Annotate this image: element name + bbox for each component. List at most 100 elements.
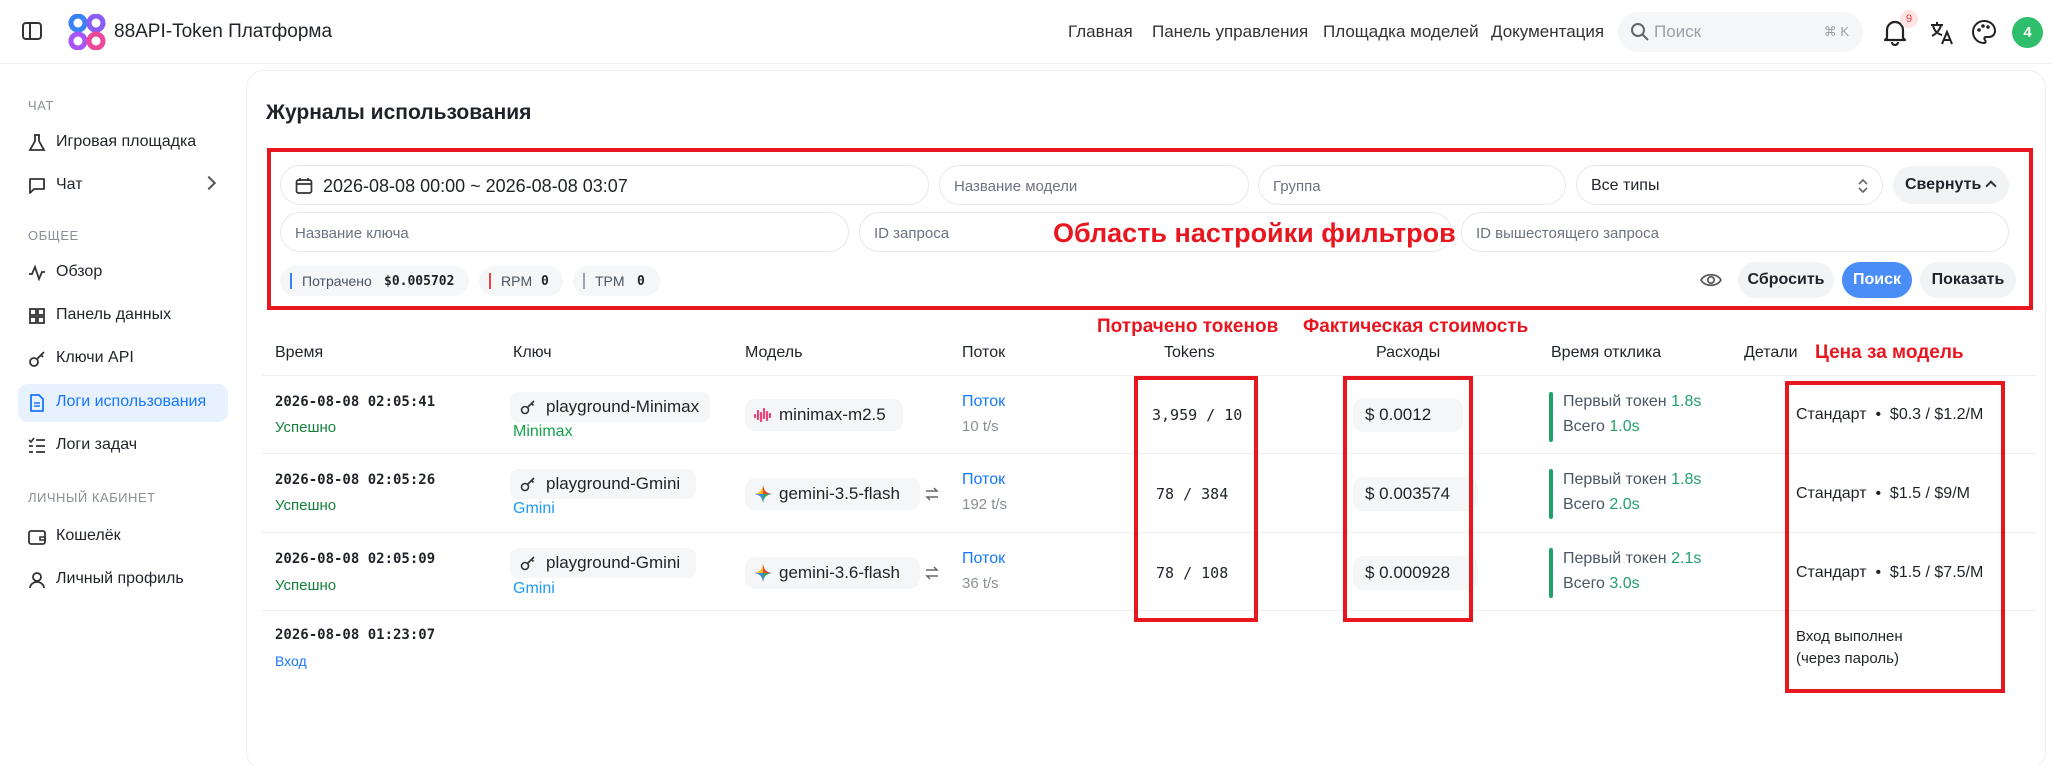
model-name-placeholder: Название модели [954, 178, 1078, 195]
swap-icon[interactable] [925, 487, 939, 501]
wallet-icon [28, 530, 46, 545]
key-tag[interactable]: playground-Gmini [510, 469, 696, 499]
key-name-input[interactable]: Название ключа [280, 212, 849, 252]
col-tokens: Tokens [1164, 344, 1215, 361]
sidebar-item-label: Логи использования [56, 393, 207, 410]
key-icon [520, 556, 535, 571]
collapse-label: Свернуть [1905, 176, 1982, 193]
sidebar-item-api-keys[interactable]: Ключи API [18, 340, 228, 378]
group-input[interactable]: Группа [1258, 165, 1566, 205]
total-time-label: Всего [1563, 418, 1605, 435]
group-placeholder: Группа [1273, 178, 1321, 195]
col-model: Модель [745, 344, 803, 361]
row-time: 2026-08-08 01:23:07 [275, 627, 436, 643]
total-time-label: Всего [1563, 496, 1605, 513]
notification-badge: 9 [1900, 10, 1918, 28]
search-box[interactable]: Поиск ⌘ K [1618, 12, 1863, 52]
col-response: Время отклика [1551, 344, 1662, 361]
nav-models[interactable]: Площадка моделей [1323, 22, 1479, 42]
row-group: Gmini [513, 580, 555, 597]
gemini-star-icon [754, 485, 772, 503]
nav-home[interactable]: Главная [1068, 22, 1133, 42]
col-cost: Расходы [1376, 344, 1441, 361]
grid-icon [29, 308, 45, 324]
show-button[interactable]: Показать [1920, 262, 2016, 298]
model-name-input[interactable]: Название модели [939, 165, 1249, 205]
first-token-label: Первый токен [1563, 393, 1667, 410]
row-tps: 36 t/s [962, 575, 999, 592]
total-time-value: 2.0s [1609, 496, 1640, 513]
response-bar [1549, 469, 1553, 519]
row-time: 2026-08-08 02:05:09 [275, 551, 436, 567]
row-tps: 192 t/s [962, 496, 1008, 513]
user-avatar[interactable]: 4 [2012, 17, 2043, 48]
tpm-stat: TPM 0 [573, 266, 660, 296]
upstream-request-id-input[interactable]: ID вышестоящего запроса [1461, 212, 2009, 252]
sidebar-section-account: ЛИЧНЫЙ КАБИНЕТ [28, 490, 156, 505]
sidebar-item-wallet[interactable]: Кошелёк [18, 518, 228, 556]
tokens-column-highlight [1134, 376, 1258, 622]
row-stream: Поток [962, 550, 1006, 567]
model-tag[interactable]: gemini-3.5-flash [745, 478, 920, 510]
sidebar-item-label: Обзор [56, 263, 103, 280]
total-time-value: 1.0s [1609, 418, 1640, 435]
top-bar: 88API-Token Платформа Главная Панель упр… [0, 0, 2052, 64]
date-range-field[interactable]: 2026-08-08 00:00 ~ 2026-08-08 03:07 [280, 165, 929, 205]
palette-icon[interactable] [1971, 19, 1997, 45]
search-shortcut: ⌘ K [1823, 24, 1849, 39]
row-total-time: Всего 2.0s [1563, 496, 1640, 514]
model-tag[interactable]: minimax-m2.5 [745, 399, 903, 431]
minimax-waveform-icon [753, 407, 772, 423]
key-tag[interactable]: playground-Gmini [510, 548, 696, 578]
swap-icon[interactable] [925, 566, 939, 580]
key-tag[interactable]: playground-Minimax [510, 392, 710, 422]
response-bar [1549, 548, 1553, 598]
sidebar-item-playground[interactable]: Игровая площадка [18, 124, 228, 162]
search-placeholder: Поиск [1654, 22, 1702, 41]
translate-icon[interactable] [1929, 20, 1955, 46]
sidebar-item-overview[interactable]: Обзор [18, 254, 228, 292]
sidebar-item-label: Кошелёк [56, 527, 121, 544]
sidebar-section-general: ОБЩЕЕ [28, 228, 79, 243]
row-tps: 10 t/s [962, 418, 999, 435]
page-title: Журналы использования [266, 101, 532, 124]
search-button[interactable]: Поиск [1842, 262, 1912, 298]
eye-icon[interactable] [1700, 270, 1722, 290]
nav-dashboard[interactable]: Панель управления [1152, 22, 1308, 42]
stat-marker [290, 273, 292, 289]
stat-label: RPM [501, 273, 533, 289]
activity-icon [29, 264, 45, 282]
user-icon [29, 572, 45, 589]
chevron-up-icon [1985, 180, 1997, 192]
model-tag[interactable]: gemini-3.6-flash [745, 557, 920, 589]
brand-name[interactable]: 88API-Token Платформа [114, 21, 332, 43]
col-details: Детали [1744, 344, 1798, 361]
row-total-time: Всего 1.0s [1563, 418, 1640, 436]
chevron-right-icon [201, 175, 217, 191]
sidebar-item-task-logs[interactable]: Логи задач [18, 427, 228, 465]
stat-value: 0 [541, 274, 549, 289]
key-icon [520, 400, 535, 415]
collapse-button[interactable]: Свернуть [1893, 166, 2009, 204]
key-icon [520, 477, 535, 492]
type-select[interactable]: Все типы [1576, 165, 1883, 205]
sidebar-item-usage-logs[interactable]: Логи использования [18, 384, 228, 422]
reset-button[interactable]: Сбросить [1738, 262, 1834, 298]
chat-icon [29, 178, 45, 194]
sidebar-item-data-panel[interactable]: Панель данных [18, 297, 228, 335]
search-icon [1631, 23, 1649, 41]
first-token-value: 2.1s [1671, 550, 1702, 567]
nav-docs[interactable]: Документация [1491, 22, 1604, 42]
model-tag-label: minimax-m2.5 [779, 405, 886, 424]
row-group: Gmini [513, 500, 555, 517]
brand-logo [68, 14, 106, 50]
sidebar-item-chat[interactable]: Чат [18, 167, 228, 205]
sidebar-toggle-icon[interactable] [22, 22, 42, 40]
row-status: Вход [275, 653, 307, 669]
row-status: Успешно [275, 419, 337, 436]
first-token-value: 1.8s [1671, 393, 1702, 410]
list-check-icon [28, 437, 45, 453]
sidebar-item-profile[interactable]: Личный профиль [18, 561, 228, 599]
row-time: 2026-08-08 02:05:26 [275, 472, 436, 488]
upstream-id-placeholder: ID вышестоящего запроса [1476, 225, 1659, 242]
